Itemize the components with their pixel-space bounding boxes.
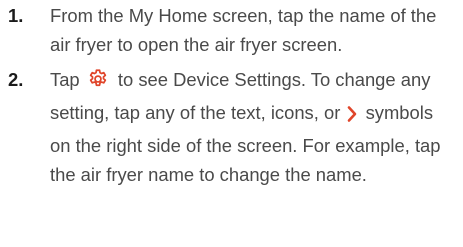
step-1: 1. From the My Home screen, tap the name… (0, 1, 463, 59)
step-text: From the My Home screen, tap the name of… (50, 5, 437, 55)
chevron-right-icon (346, 102, 358, 131)
instruction-steps: 1. From the My Home screen, tap the name… (0, 0, 463, 189)
step-text-part: Tap (50, 69, 80, 90)
step-number: 1. (8, 5, 24, 26)
step-2: 2. Tap to see Device Settings. To change… (0, 65, 463, 189)
gear-icon (87, 68, 109, 98)
step-number: 2. (8, 69, 24, 90)
step-text: Tap to see Device Settings. To change an… (50, 65, 455, 189)
